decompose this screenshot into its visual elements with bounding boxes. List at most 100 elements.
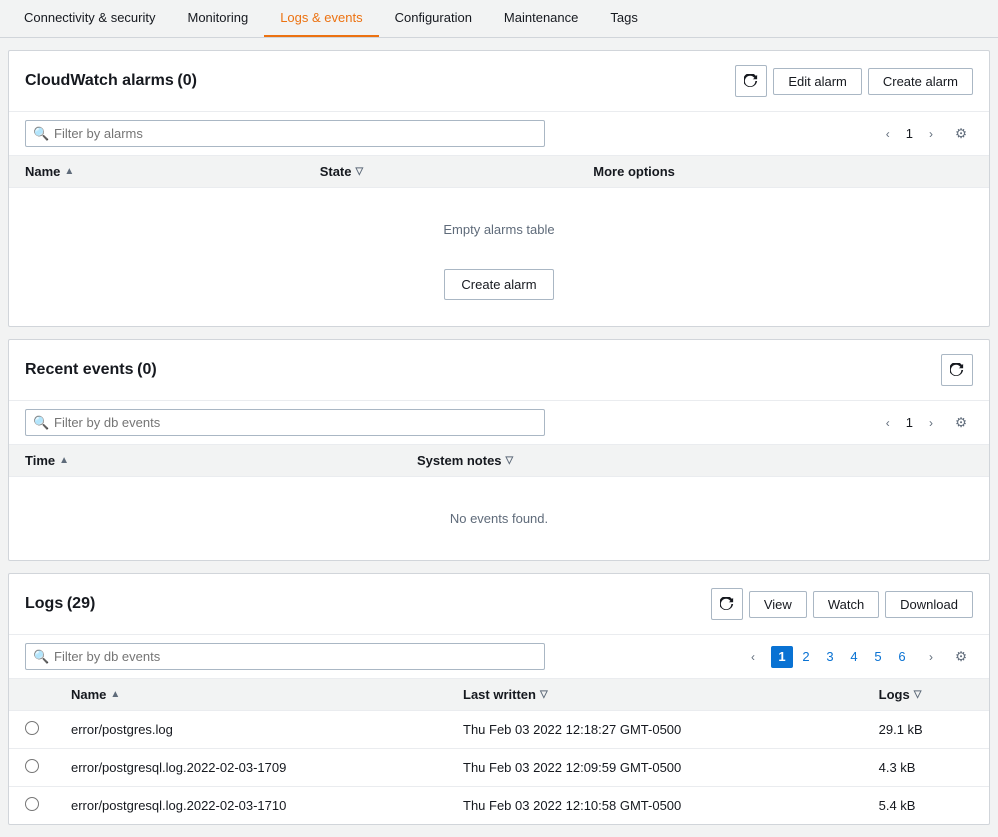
refresh-icon-3 [720,597,734,611]
download-button[interactable]: Download [885,591,973,618]
create-alarm-inline-button[interactable]: Create alarm [444,269,553,300]
log-row: error/postgres.log Thu Feb 03 2022 12:18… [9,711,989,749]
logs-written-sort-icon: ▽ [540,689,548,700]
recent-events-pagination: ‹ 1 › ⚙ [876,411,973,435]
recent-events-next-page[interactable]: › [919,411,943,435]
cloudwatch-actions: Edit alarm Create alarm [735,65,973,97]
refresh-icon-2 [950,363,964,377]
logs-page-3[interactable]: 3 [819,646,841,668]
recent-events-title-wrap: Recent events (0) [25,361,157,379]
time-sort-icon: ▲ [59,455,69,466]
log-written-1: Thu Feb 03 2022 12:09:59 GMT-0500 [447,749,863,787]
view-button[interactable]: View [749,591,807,618]
tab-tags[interactable]: Tags [594,0,653,37]
recent-events-search-input[interactable] [25,409,545,436]
cloudwatch-col-name[interactable]: Name ▲ [9,156,304,188]
state-sort-icon: ▽ [356,166,364,177]
cloudwatch-search-input[interactable] [25,120,545,147]
recent-events-refresh-button[interactable] [941,354,973,386]
logs-search-input[interactable] [25,643,545,670]
logs-section: Logs (29) View Watch Download 🔍 ‹ 1 2 3 [8,573,990,825]
recent-events-page-num: 1 [906,415,913,430]
log-written-2: Thu Feb 03 2022 12:10:58 GMT-0500 [447,787,863,825]
logs-col-logs[interactable]: Logs ▽ [863,679,989,711]
logs-search-wrap: 🔍 [25,643,545,670]
create-alarm-button[interactable]: Create alarm [868,68,973,95]
logs-page-6[interactable]: 6 [891,646,913,668]
cloudwatch-header: CloudWatch alarms (0) Edit alarm Create … [9,51,989,112]
cloudwatch-refresh-button[interactable] [735,65,767,97]
cloudwatch-empty-msg: Empty alarms table [25,198,973,261]
watch-button[interactable]: Watch [813,591,879,618]
log-select-radio-1[interactable] [25,759,39,773]
logs-next-page[interactable]: › [919,645,943,669]
log-size-1: 4.3 kB [863,749,989,787]
cloudwatch-col-state[interactable]: State ▽ [304,156,578,188]
log-select-radio-0[interactable] [25,721,39,735]
tab-monitoring[interactable]: Monitoring [172,0,265,37]
cloudwatch-title: CloudWatch alarms (0) [25,72,197,90]
log-size-0: 29.1 kB [863,711,989,749]
cloudwatch-settings-button[interactable]: ⚙ [949,122,973,146]
cloudwatch-table: Name ▲ State ▽ More options Empty [9,155,989,326]
log-select-radio-2[interactable] [25,797,39,811]
logs-settings-button[interactable]: ⚙ [949,645,973,669]
log-name-0: error/postgres.log [55,711,447,749]
log-size-2: 5.4 kB [863,787,989,825]
recent-events-prev-page[interactable]: ‹ [876,411,900,435]
edit-alarm-button[interactable]: Edit alarm [773,68,862,95]
recent-events-actions [941,354,973,386]
log-name-2: error/postgresql.log.2022-02-03-1710 [55,787,447,825]
logs-page-1[interactable]: 1 [771,646,793,668]
cloudwatch-pagination: ‹ 1 › ⚙ [876,122,973,146]
cloudwatch-next-page[interactable]: › [919,122,943,146]
cloudwatch-prev-page[interactable]: ‹ [876,122,900,146]
cloudwatch-search-bar: 🔍 ‹ 1 › ⚙ [9,112,989,155]
logs-name-sort-icon: ▲ [110,689,120,700]
recent-events-search-bar: 🔍 ‹ 1 › ⚙ [9,401,989,444]
tab-connectivity[interactable]: Connectivity & security [8,0,172,37]
tab-maintenance[interactable]: Maintenance [488,0,594,37]
recent-events-section: Recent events (0) 🔍 ‹ 1 › ⚙ [8,339,990,561]
logs-header: Logs (29) View Watch Download [9,574,989,635]
logs-col-select [9,679,55,711]
logs-col-last-written[interactable]: Last written ▽ [447,679,863,711]
cloudwatch-section: CloudWatch alarms (0) Edit alarm Create … [8,50,990,327]
cloudwatch-search-wrap: 🔍 [25,120,545,147]
logs-page-4[interactable]: 4 [843,646,865,668]
logs-page-5[interactable]: 5 [867,646,889,668]
recent-events-header: Recent events (0) [9,340,989,401]
events-col-notes[interactable]: System notes ▽ [401,445,989,477]
log-radio-cell [9,711,55,749]
recent-events-empty-msg: No events found. [25,487,973,550]
cloudwatch-search-icon: 🔍 [33,126,49,142]
logs-size-sort-icon: ▽ [914,689,922,700]
notes-sort-icon: ▽ [506,455,514,466]
recent-events-settings-button[interactable]: ⚙ [949,411,973,435]
tab-bar: Connectivity & security Monitoring Logs … [0,0,998,38]
logs-search-icon: 🔍 [33,649,49,665]
recent-events-table: Time ▲ System notes ▽ No events found. [9,444,989,560]
cloudwatch-col-more: More options [577,156,989,188]
name-sort-icon: ▲ [64,166,74,177]
refresh-icon [744,74,758,88]
tab-configuration[interactable]: Configuration [379,0,488,37]
logs-col-name[interactable]: Name ▲ [55,679,447,711]
logs-prev-page[interactable]: ‹ [741,645,765,669]
events-col-time[interactable]: Time ▲ [9,445,401,477]
logs-actions: View Watch Download [711,588,973,620]
log-radio-cell [9,749,55,787]
log-row: error/postgresql.log.2022-02-03-1710 Thu… [9,787,989,825]
log-name-1: error/postgresql.log.2022-02-03-1709 [55,749,447,787]
logs-table: Name ▲ Last written ▽ Logs ▽ [9,678,989,824]
recent-events-search-icon: 🔍 [33,415,49,431]
logs-page-2[interactable]: 2 [795,646,817,668]
logs-refresh-button[interactable] [711,588,743,620]
log-written-0: Thu Feb 03 2022 12:18:27 GMT-0500 [447,711,863,749]
tab-logs-events[interactable]: Logs & events [264,0,378,37]
logs-search-bar: 🔍 ‹ 1 2 3 4 5 6 › ⚙ [9,635,989,678]
recent-events-search-wrap: 🔍 [25,409,545,436]
log-radio-cell [9,787,55,825]
logs-page-nums: 1 2 3 4 5 6 [771,646,913,668]
logs-pagination: ‹ 1 2 3 4 5 6 › ⚙ [741,645,973,669]
